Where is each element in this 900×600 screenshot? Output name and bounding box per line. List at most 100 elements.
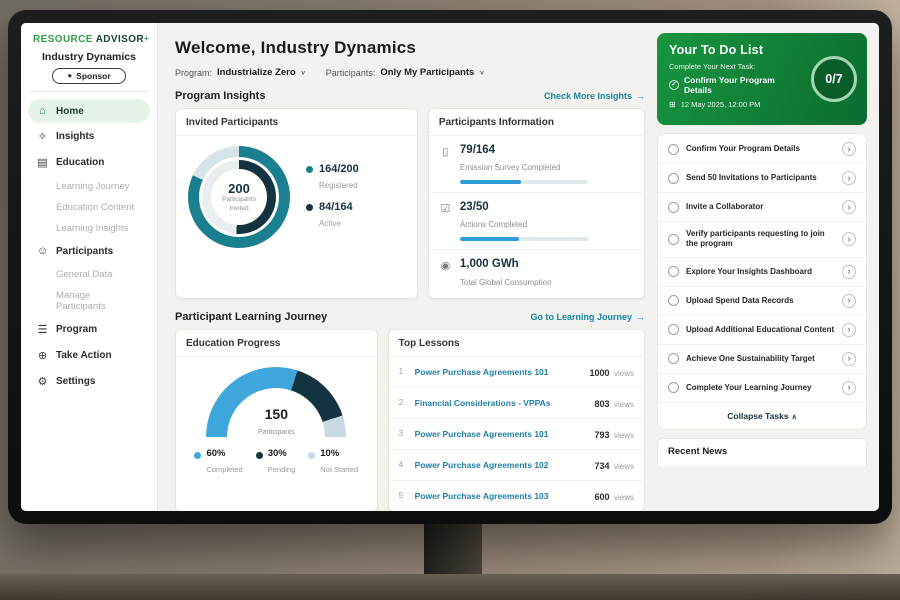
- calendar-icon: ⊞: [669, 101, 676, 109]
- chevron-right-icon[interactable]: ›: [842, 323, 856, 337]
- lesson-views: 793 views: [595, 425, 635, 443]
- legend-item: 60% Completed: [194, 449, 242, 477]
- todo-label: Confirm Your Program Details: [686, 144, 835, 154]
- legend-item: 10% Not Started: [308, 449, 358, 477]
- invited-participants-card: Invited Participants 200 Participants In…: [175, 108, 418, 299]
- nav-label: Program: [56, 324, 97, 335]
- lesson-views: 803 views: [595, 394, 635, 412]
- todo-checkbox[interactable]: [668, 324, 679, 335]
- participants-dropdown[interactable]: Participants: Only My Participants ∨: [326, 67, 485, 78]
- nav-icon: ☰: [36, 323, 49, 336]
- check-more-insights-link[interactable]: Check More Insights →: [544, 91, 645, 101]
- lesson-link[interactable]: Power Purchase Agreements 103: [415, 491, 587, 501]
- sidebar-item[interactable]: Education Content: [28, 197, 150, 217]
- todo-checkbox[interactable]: [668, 234, 679, 245]
- stat-label: Emission Survey Completed: [460, 163, 560, 172]
- arrow-right-icon: →: [636, 91, 645, 101]
- sidebar-item[interactable]: Manage Participants: [28, 285, 150, 316]
- stat-body: 79/164 Emission Survey Completed: [460, 144, 588, 184]
- todo-label: Upload Spend Data Records: [686, 296, 835, 306]
- go-to-learning-journey-link[interactable]: Go to Learning Journey →: [530, 312, 645, 322]
- card-title: Participants Information: [429, 109, 644, 136]
- sidebar-item[interactable]: ✧ Insights: [28, 124, 150, 149]
- sidebar: RESOURCE ADVISOR+ Industry Dynamics ● Sp…: [21, 23, 158, 511]
- lesson-views: 1000 views: [590, 363, 635, 381]
- legend-label: Completed: [206, 465, 242, 474]
- sidebar-item[interactable]: ▤ Education: [28, 150, 150, 175]
- chevron-right-icon[interactable]: ›: [842, 294, 856, 308]
- chevron-right-icon[interactable]: ›: [842, 200, 856, 214]
- legend-label: Active: [319, 219, 341, 228]
- nav-label: Settings: [56, 376, 95, 387]
- donut-center-label: Participants Invited: [215, 196, 263, 212]
- todo-label: Achieve One Sustainability Target: [686, 354, 835, 364]
- todo-item[interactable]: Explore Your Insights Dashboard ›: [658, 258, 866, 287]
- lesson-link[interactable]: Financial Considerations - VPPAs: [415, 398, 587, 408]
- learning-journey-header: Participant Learning Journey Go to Learn…: [175, 311, 645, 323]
- legend-dot: [194, 452, 201, 459]
- card-title: Invited Participants: [176, 109, 417, 136]
- lesson-link[interactable]: Power Purchase Agreements 101: [415, 429, 587, 439]
- chevron-right-icon[interactable]: ›: [842, 381, 856, 395]
- check-icon: ✓: [669, 80, 679, 90]
- lesson-link[interactable]: Power Purchase Agreements 102: [415, 460, 587, 470]
- chevron-right-icon[interactable]: ›: [842, 171, 856, 185]
- todo-item[interactable]: Upload Additional Educational Content ›: [658, 316, 866, 345]
- stat-row: ◉ 1,000 GWh Total Global Consumption: [429, 250, 644, 297]
- todo-checkbox[interactable]: [668, 144, 679, 155]
- next-task-date: ⊞ 12 May 2025, 12:00 PM: [669, 100, 801, 109]
- program-value: Industrialize Zero: [217, 67, 296, 78]
- todo-checkbox[interactable]: [668, 173, 679, 184]
- next-task[interactable]: ✓ Confirm Your Program Details: [669, 75, 801, 95]
- program-insights-header: Program Insights Check More Insights →: [175, 90, 645, 102]
- todo-checkbox[interactable]: [668, 202, 679, 213]
- todo-item[interactable]: Complete Your Learning Journey ›: [658, 374, 866, 403]
- sidebar-item[interactable]: ☺ Participants: [28, 239, 150, 263]
- chevron-right-icon[interactable]: ›: [842, 142, 856, 156]
- chevron-right-icon[interactable]: ›: [842, 352, 856, 366]
- lesson-views: 734 views: [595, 456, 635, 474]
- todo-checkbox[interactable]: [668, 295, 679, 306]
- nav-label: General Data: [56, 269, 113, 280]
- sidebar-item[interactable]: ⊕ Take Action: [28, 343, 150, 368]
- nav-label: Education Content: [56, 202, 134, 213]
- todo-checkbox[interactable]: [668, 266, 679, 277]
- desk: [0, 574, 900, 600]
- lesson-row: 2 Financial Considerations - VPPAs 803 v…: [389, 388, 644, 419]
- lesson-link[interactable]: Power Purchase Agreements 101: [415, 367, 582, 377]
- recent-news-header[interactable]: Recent News: [657, 438, 867, 466]
- views-suffix: views: [614, 431, 634, 440]
- todo-item[interactable]: Achieve One Sustainability Target ›: [658, 345, 866, 374]
- nav-label: Participants: [56, 246, 113, 257]
- section-title: Program Insights: [175, 90, 265, 102]
- learning-cards-row: Education Progress 150 Participants: [175, 329, 645, 511]
- todo-item[interactable]: Upload Spend Data Records ›: [658, 287, 866, 316]
- todo-checkbox[interactable]: [668, 382, 679, 393]
- donut-center: 200 Participants Invited: [211, 169, 267, 225]
- collapse-tasks-button[interactable]: Collapse Tasks∧: [658, 403, 866, 427]
- legend-label: Pending: [268, 465, 296, 474]
- chevron-right-icon[interactable]: ›: [842, 265, 856, 279]
- sidebar-item[interactable]: ☰ Program: [28, 317, 150, 342]
- sidebar-item[interactable]: ⌂ Home: [28, 99, 150, 123]
- chevron-right-icon[interactable]: ›: [842, 232, 856, 246]
- todo-item[interactable]: Confirm Your Program Details ›: [658, 135, 866, 164]
- sidebar-item[interactable]: Learning Journey: [28, 176, 150, 196]
- education-gauge-chart: 150 Participants: [206, 367, 346, 439]
- lesson-row: 1 Power Purchase Agreements 101 1000 vie…: [389, 357, 644, 388]
- nav-icon: ▤: [36, 156, 49, 169]
- sidebar-item[interactable]: Learning Insights: [28, 218, 150, 238]
- todo-item[interactable]: Invite a Collaborator ›: [658, 193, 866, 222]
- todo-title: Your To Do List: [669, 43, 801, 57]
- todo-checkbox[interactable]: [668, 353, 679, 364]
- sidebar-item[interactable]: General Data: [28, 264, 150, 284]
- sidebar-item[interactable]: ⚙ Settings: [28, 369, 150, 394]
- legend-value: 84/164: [319, 201, 353, 213]
- todo-item[interactable]: Send 50 Invitations to Participants ›: [658, 164, 866, 193]
- todo-item[interactable]: Verify participants requesting to join t…: [658, 222, 866, 258]
- logo-plus: +: [144, 34, 149, 43]
- progress-bar: [460, 237, 588, 241]
- legend-text: 30% Pending: [268, 449, 296, 477]
- nav-label: Take Action: [56, 350, 112, 361]
- program-dropdown[interactable]: Program: Industrialize Zero ∨: [175, 67, 306, 78]
